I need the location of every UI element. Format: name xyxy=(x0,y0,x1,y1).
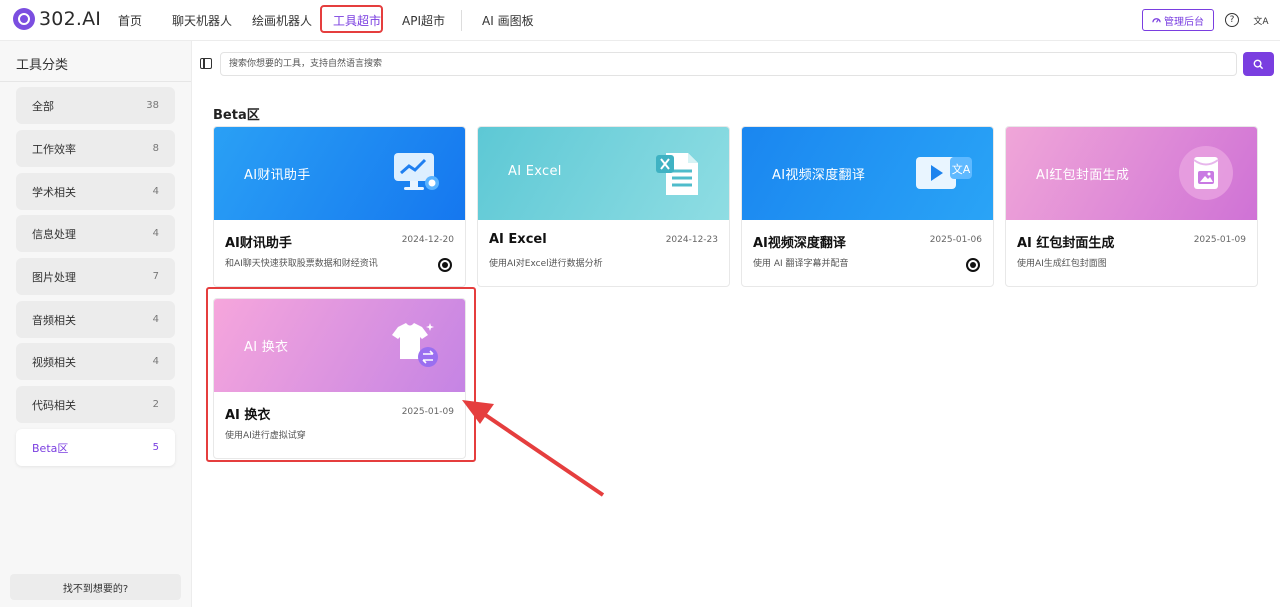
annotation-arrow xyxy=(462,400,605,497)
